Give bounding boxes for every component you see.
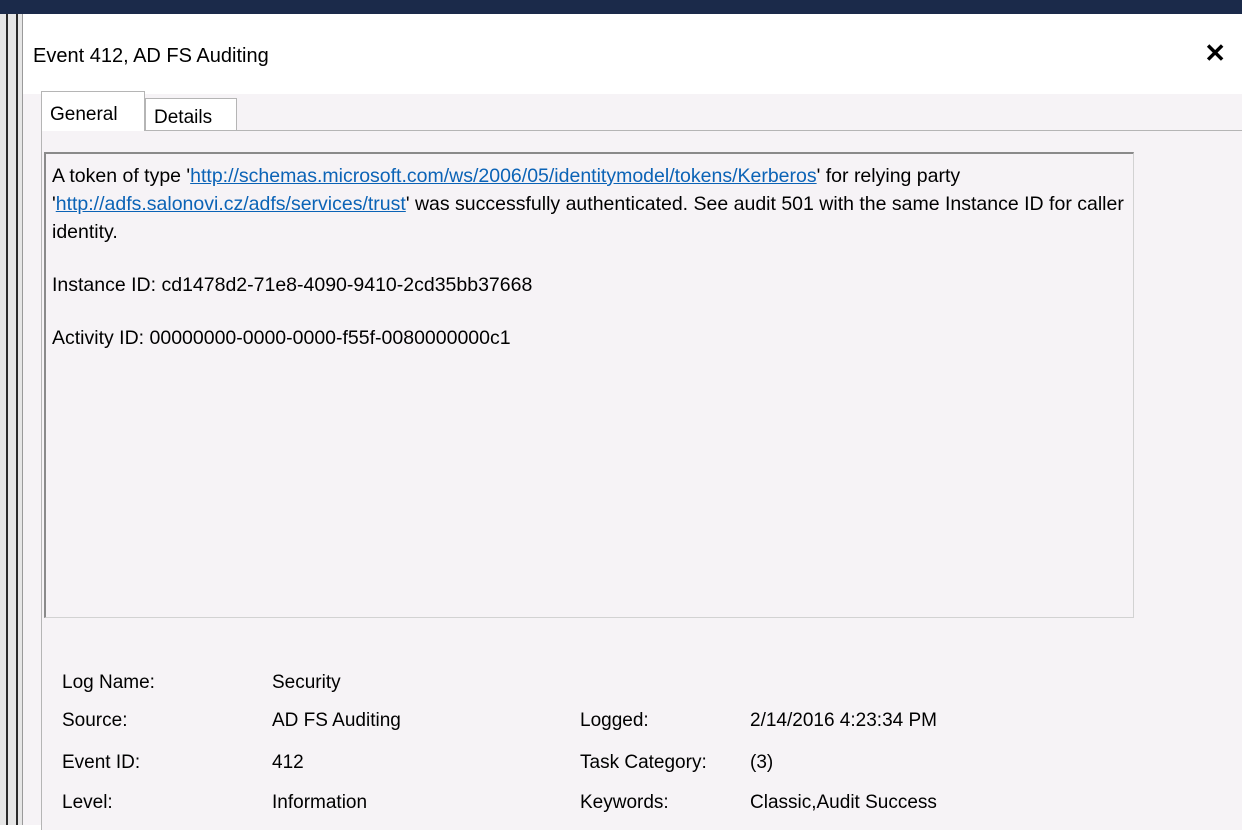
edge-line: [16, 14, 18, 825]
level-label: Level:: [62, 792, 113, 813]
window-top-strip: [0, 0, 1242, 14]
event-id-label: Event ID:: [62, 752, 141, 773]
keywords-label: Keywords:: [580, 792, 669, 813]
task-category-label: Task Category:: [580, 752, 707, 773]
title-bar: Event 412, AD FS Auditing ✕: [23, 14, 1242, 94]
description-text-1: A token of type ': [52, 165, 191, 187]
task-category-value: (3): [750, 752, 774, 773]
edge-line: [6, 14, 8, 825]
activity-id-line: Activity ID: 00000000-0000-0000-f55f-008…: [52, 327, 511, 349]
token-type-link[interactable]: http://schemas.microsoft.com/ws/2006/05/…: [190, 165, 816, 187]
source-value: AD FS Auditing: [272, 710, 401, 731]
event-id-value: 412: [272, 752, 304, 773]
instance-id-line: Instance ID: cd1478d2-71e8-4090-9410-2cd…: [52, 274, 533, 296]
logged-value: 2/14/2016 4:23:34 PM: [750, 710, 937, 731]
window-left-edge: [0, 14, 22, 825]
relying-party-link[interactable]: http://adfs.salonovi.cz/adfs/services/tr…: [56, 193, 406, 215]
log-name-label: Log Name:: [62, 672, 155, 693]
window-title: Event 412, AD FS Auditing: [33, 45, 269, 67]
source-label: Source:: [62, 710, 128, 731]
tab-general[interactable]: General: [41, 91, 145, 131]
close-icon[interactable]: ✕: [1204, 40, 1226, 66]
log-name-value: Security: [272, 672, 341, 693]
description-text: A token of type 'http://schemas.microsof…: [52, 162, 1127, 246]
keywords-value: Classic,Audit Success: [750, 792, 937, 813]
tab-details[interactable]: Details: [145, 98, 237, 131]
logged-label: Logged:: [580, 710, 649, 731]
level-value: Information: [272, 792, 368, 813]
event-description-box[interactable]: A token of type 'http://schemas.microsof…: [44, 152, 1134, 618]
